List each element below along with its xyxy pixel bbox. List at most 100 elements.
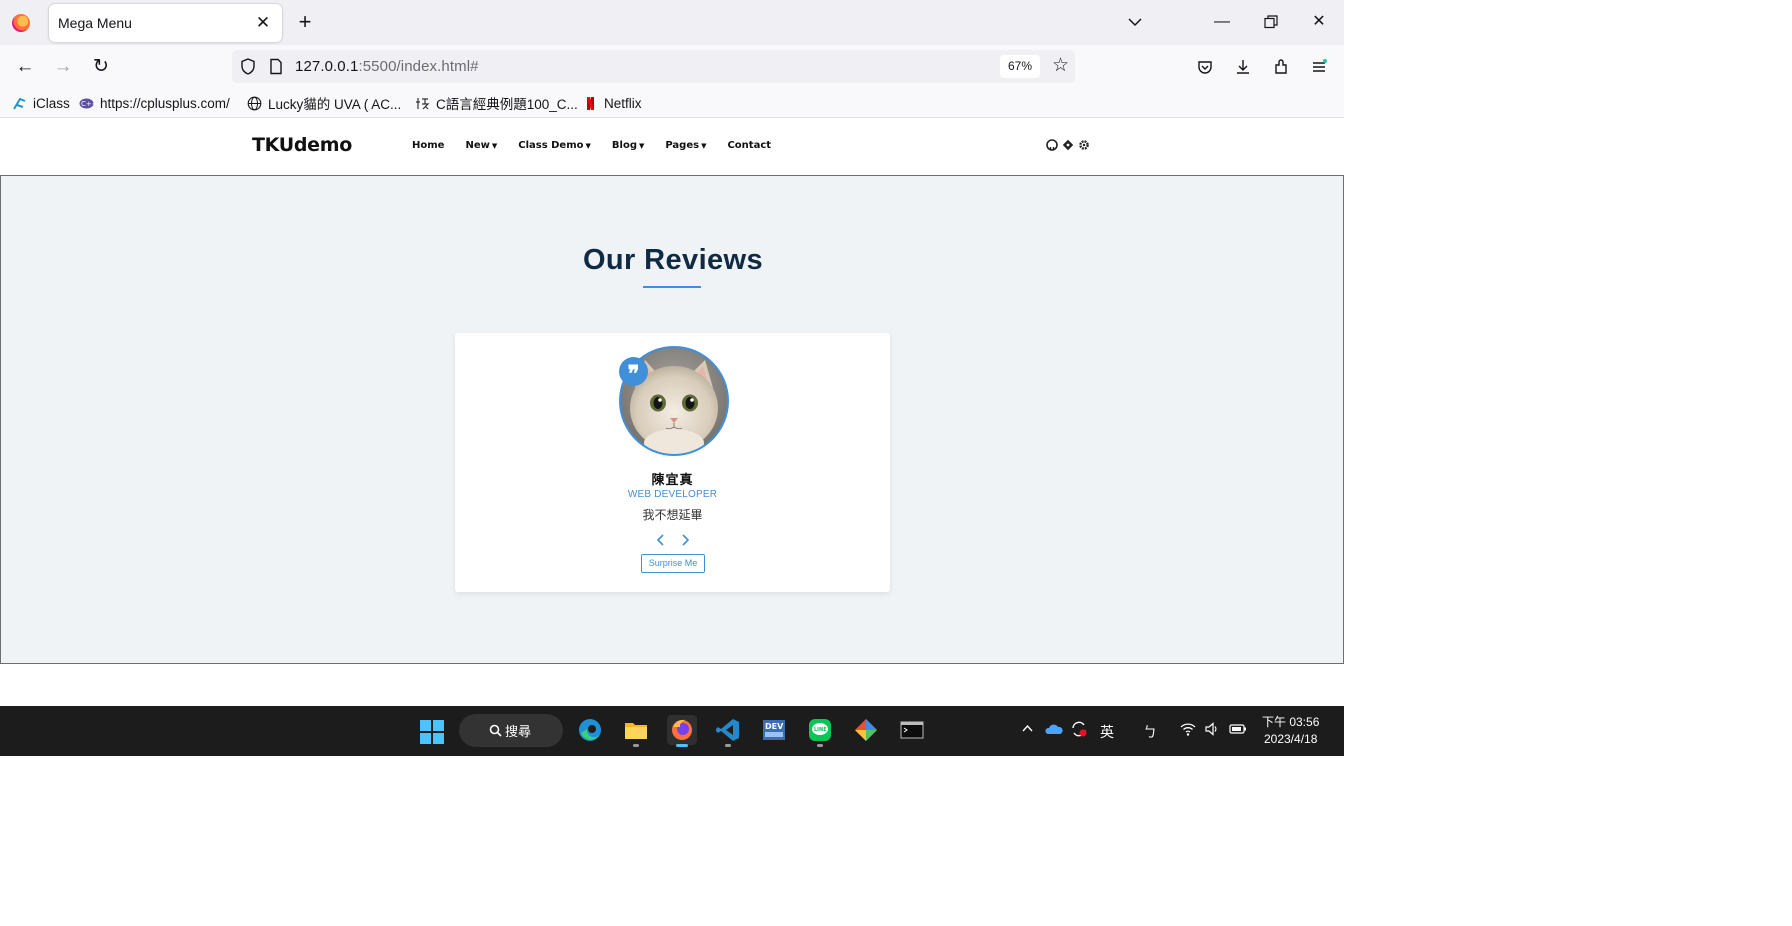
clock-time: 下午 03:56 bbox=[1262, 715, 1320, 729]
bookmark-label: https://cplusplus.com/ bbox=[100, 95, 230, 111]
reload-icon[interactable]: ↻ bbox=[88, 54, 114, 80]
vscode-icon[interactable] bbox=[713, 715, 743, 747]
svg-text:C++: C++ bbox=[81, 100, 94, 108]
terminal-app-icon[interactable] bbox=[897, 715, 927, 745]
bookmark-star-icon[interactable]: ☆ bbox=[1052, 54, 1069, 77]
menu-label: Blog bbox=[611, 140, 637, 151]
windows-start-icon[interactable] bbox=[420, 720, 444, 744]
line-app-icon[interactable]: LINE bbox=[805, 715, 835, 747]
svg-text:DEV: DEV bbox=[765, 722, 784, 731]
tab-title: Mega Menu bbox=[58, 15, 132, 31]
menu-item-home[interactable]: Home bbox=[412, 140, 444, 151]
edge-app-icon[interactable] bbox=[575, 715, 605, 745]
surprise-me-button[interactable]: Surprise Me bbox=[641, 554, 705, 573]
menu-label: Class Demo bbox=[518, 140, 584, 151]
menu-item-class-demo[interactable]: Class Demo ▼ bbox=[518, 140, 591, 151]
prev-review-button[interactable] bbox=[655, 532, 667, 548]
downloads-icon[interactable] bbox=[1230, 54, 1256, 80]
running-indicator bbox=[817, 744, 823, 747]
zoom-level[interactable]: 67% bbox=[1000, 55, 1040, 78]
bookmark-cplusplus[interactable]: C++ https://cplusplus.com/ bbox=[79, 94, 230, 112]
bookmark-iclass[interactable]: iClass bbox=[12, 94, 70, 112]
new-tab-icon[interactable]: + bbox=[292, 10, 318, 36]
chevron-down-icon: ▼ bbox=[701, 141, 707, 150]
browser-tab[interactable]: Mega Menu ✕ bbox=[49, 4, 282, 42]
chevron-right-icon bbox=[681, 534, 689, 546]
site-header: TKUdemo Home New ▼ Class Demo ▼ Blog ▼ Page… bbox=[0, 118, 1344, 175]
main-menu: Home New ▼ Class Demo ▼ Blog ▼ Pages ▼ Conta… bbox=[412, 140, 771, 151]
volume-icon[interactable] bbox=[1204, 722, 1220, 739]
ime-language-indicator[interactable]: 英 bbox=[1100, 722, 1114, 742]
search-icon bbox=[489, 724, 502, 737]
battery-icon[interactable] bbox=[1229, 722, 1247, 738]
wifi-icon[interactable] bbox=[1180, 722, 1196, 739]
iclass-icon bbox=[13, 97, 26, 110]
menu-item-new[interactable]: New ▼ bbox=[465, 140, 497, 151]
running-indicator bbox=[725, 744, 731, 747]
system-clock[interactable]: 下午 03:56 2023/4/18 bbox=[1262, 714, 1319, 748]
bookmark-c-examples[interactable]: C語言經典例題100_C... bbox=[415, 94, 578, 112]
menu-label: New bbox=[465, 140, 490, 151]
bookmark-netflix[interactable]: Netflix bbox=[583, 94, 642, 112]
minimize-icon[interactable]: — bbox=[1210, 10, 1234, 34]
next-review-button[interactable] bbox=[679, 532, 691, 548]
dev-cpp-icon[interactable]: DEV bbox=[759, 715, 789, 745]
navigation-toolbar: ← → ↻ 127.0.0.1:5500/index.html# 67% ☆ bbox=[0, 45, 1344, 87]
restore-icon[interactable] bbox=[1259, 10, 1283, 34]
bookmark-label: Lucky貓的 UVA ( AC... bbox=[268, 97, 402, 112]
review-nav bbox=[455, 532, 890, 548]
firefox-app-icon[interactable] bbox=[667, 715, 697, 747]
section-title: Our Reviews bbox=[582, 244, 764, 276]
git-icon[interactable] bbox=[1062, 139, 1074, 151]
menu-label: Contact bbox=[727, 140, 772, 151]
reviewer-name: 陳宜真 bbox=[651, 472, 694, 487]
url-path: :5500/index.html# bbox=[358, 58, 479, 75]
taskbar-search[interactable]: 搜尋 bbox=[459, 714, 563, 747]
bookmark-label: iClass bbox=[33, 95, 70, 111]
ime-mode-indicator[interactable]: ㄅ bbox=[1143, 722, 1157, 742]
chevron-left-icon bbox=[656, 534, 664, 546]
close-window-icon[interactable]: ✕ bbox=[1307, 10, 1331, 34]
globe-icon bbox=[247, 96, 262, 110]
extensions-icon[interactable] bbox=[1268, 54, 1294, 80]
reviews-section: Our Reviews ❞ 陳宜真 WEB DEVELOPER 我不想延畢 Su… bbox=[0, 175, 1344, 664]
menu-label: Pages bbox=[665, 140, 700, 151]
url-bar[interactable]: 127.0.0.1:5500/index.html# 67% ☆ bbox=[232, 50, 1075, 83]
search-label: 搜尋 bbox=[505, 724, 532, 739]
running-indicator bbox=[676, 744, 688, 747]
menu-item-contact[interactable]: Contact bbox=[727, 140, 771, 151]
sourcetree-app-icon[interactable] bbox=[851, 715, 881, 745]
sync-icon[interactable] bbox=[1070, 721, 1088, 741]
netflix-icon bbox=[587, 96, 594, 110]
menu-item-pages[interactable]: Pages ▼ bbox=[665, 140, 706, 151]
menu-item-blog[interactable]: Blog ▼ bbox=[612, 140, 644, 151]
forward-icon[interactable]: → bbox=[50, 54, 76, 80]
bookmark-uva[interactable]: Lucky貓的 UVA ( AC... bbox=[247, 94, 401, 112]
file-explorer-icon[interactable] bbox=[621, 715, 651, 747]
clock-date: 2023/4/18 bbox=[1263, 732, 1318, 746]
cplusplus-icon: C++ bbox=[79, 98, 94, 108]
menu-label: Home bbox=[412, 140, 445, 151]
back-icon[interactable]: ← bbox=[12, 54, 38, 80]
firefox-icon[interactable] bbox=[12, 14, 30, 32]
close-tab-icon[interactable]: ✕ bbox=[252, 12, 274, 34]
chevron-down-icon: ▼ bbox=[491, 141, 498, 150]
reviewer-job: WEB DEVELOPER bbox=[627, 489, 718, 500]
page-icon bbox=[270, 58, 282, 75]
review-card: ❞ 陳宜真 WEB DEVELOPER 我不想延畢 Surprise Me bbox=[455, 333, 890, 592]
brand-logo[interactable]: TKUdemo bbox=[252, 134, 352, 156]
chevron-down-icon[interactable] bbox=[1125, 12, 1145, 32]
bookmarks-toolbar: iClass C++ https://cplusplus.com/ Lucky貓… bbox=[0, 87, 1344, 118]
quote-icon: ❞ bbox=[619, 357, 648, 387]
url-text[interactable]: 127.0.0.1:5500/index.html# bbox=[295, 58, 479, 75]
gear-icon[interactable] bbox=[1078, 139, 1090, 151]
chevron-down-icon: ▼ bbox=[585, 141, 591, 150]
onedrive-icon[interactable] bbox=[1045, 722, 1063, 738]
pocket-icon[interactable] bbox=[1192, 54, 1218, 80]
shield-icon[interactable] bbox=[240, 58, 256, 75]
menu-icon[interactable] bbox=[1306, 54, 1332, 80]
github-icon[interactable] bbox=[1046, 139, 1058, 151]
site-icon bbox=[416, 97, 430, 109]
show-hidden-icons-icon[interactable] bbox=[1021, 722, 1034, 738]
bookmark-label: C語言經典例題100_C... bbox=[436, 97, 578, 112]
